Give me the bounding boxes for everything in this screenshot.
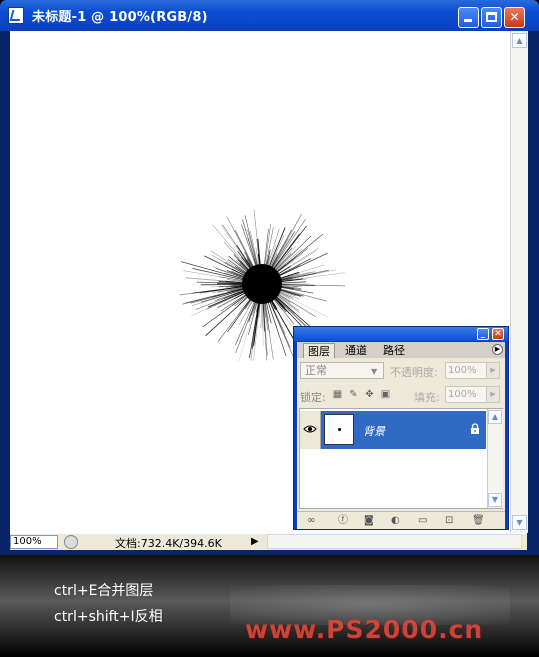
document-size-info: 文档:732.4K/394.6K	[115, 537, 222, 550]
zoom-field[interactable]: 100%	[10, 535, 58, 549]
fill-field[interactable]: 100%	[445, 386, 487, 403]
panel-minimize-button[interactable]: _	[477, 328, 489, 340]
photoshop-document-icon	[8, 7, 24, 24]
fill-slider-arrow[interactable]: ▶	[486, 386, 500, 403]
horizontal-scrollbar[interactable]	[267, 534, 522, 549]
tab-paths[interactable]: 路径	[379, 343, 409, 358]
add-mask-icon[interactable]: ◙	[364, 515, 374, 526]
new-group-icon[interactable]: ▭	[418, 515, 427, 526]
layer-row-background[interactable]: 背景	[300, 411, 486, 449]
lock-transparent-icon[interactable]: ▦	[332, 389, 343, 400]
panel-close-button[interactable]: ✕	[492, 328, 504, 340]
adjustment-layer-icon[interactable]: ◐	[391, 515, 400, 526]
tab-layers[interactable]: 图层	[303, 343, 335, 358]
lock-all-icon[interactable]: ▣	[380, 389, 391, 400]
opacity-label: 不透明度:	[390, 366, 438, 379]
scroll-down-arrow[interactable]: ▼	[512, 515, 527, 530]
scroll-up-arrow[interactable]: ▲	[512, 33, 527, 48]
close-button[interactable]: ✕	[504, 7, 525, 28]
maximize-button[interactable]	[481, 7, 502, 28]
close-icon: ✕	[509, 10, 520, 24]
panel-menu-icon[interactable]: ▶	[492, 344, 503, 355]
opacity-field[interactable]: 100%	[445, 362, 487, 379]
layer-style-icon[interactable]: ⓕ	[338, 515, 348, 526]
document-window: 未标题-1 @ 100%(RGB/8) ✕ ▲ ▼ 100% 文档:732.4K…	[0, 0, 539, 555]
status-bar: 100% 文档:732.4K/394.6K ▶	[10, 533, 527, 550]
status-menu-arrow-icon[interactable]: ▶	[251, 536, 259, 547]
new-layer-icon[interactable]: ⊡	[445, 515, 453, 526]
layers-scroll-down-arrow[interactable]: ▼	[488, 493, 502, 507]
panel-title-bar[interactable]: _ ✕	[294, 327, 508, 341]
blend-mode-select[interactable]: 正常 ▼	[300, 362, 384, 379]
blend-mode-value: 正常	[305, 364, 327, 377]
chevron-down-icon: ▼	[371, 367, 378, 376]
layers-panel: _ ✕ 图层 通道 路径 ▶ 正常 ▼ 不透明度: 100% ▶ 锁定: ▦ ✎	[293, 326, 509, 530]
panel-tabs: 图层 通道 路径 ▶	[297, 342, 505, 358]
lock-brush-icon[interactable]: ✎	[348, 389, 359, 400]
layer-name: 背景	[363, 425, 385, 438]
visibility-toggle[interactable]	[300, 411, 321, 449]
maximize-icon	[486, 12, 497, 22]
lock-icon	[471, 423, 479, 434]
caption-line-merge: ctrl+E合并图层	[54, 583, 154, 599]
layers-scrollbar[interactable]: ▲ ▼	[487, 409, 503, 508]
layers-list: 背景 ▲ ▼	[299, 408, 503, 509]
lock-move-icon[interactable]: ✥	[364, 389, 375, 400]
minimize-icon	[464, 19, 472, 22]
caption-line-invert: ctrl+shift+I反相	[54, 609, 163, 625]
thumbnail-dot	[338, 428, 341, 431]
fill-label: 填充:	[414, 391, 440, 404]
opacity-slider-arrow[interactable]: ▶	[486, 362, 500, 379]
watermark: www.PS2000.cn	[245, 615, 484, 644]
window-title: 未标题-1 @ 100%(RGB/8)	[32, 10, 208, 25]
status-info-icon[interactable]	[64, 535, 78, 549]
tab-channels[interactable]: 通道	[341, 343, 371, 358]
tutorial-caption: ctrl+E合并图层 ctrl+shift+I反相 www.PS2000.cn	[0, 555, 539, 657]
lock-label: 锁定:	[300, 391, 326, 404]
minimize-button[interactable]	[458, 7, 479, 28]
vertical-scrollbar[interactable]: ▲ ▼	[510, 31, 528, 533]
panel-footer: ∞ ⓕ ◙ ◐ ▭ ⊡ 🗑	[297, 511, 505, 529]
trash-icon[interactable]: 🗑	[472, 515, 485, 526]
layer-thumbnail	[324, 414, 354, 445]
layers-scroll-up-arrow[interactable]: ▲	[488, 410, 502, 424]
link-layers-icon[interactable]: ∞	[307, 515, 315, 526]
eye-icon	[303, 425, 317, 433]
title-bar[interactable]: 未标题-1 @ 100%(RGB/8) ✕	[0, 0, 539, 31]
panel-body: 图层 通道 路径 ▶ 正常 ▼ 不透明度: 100% ▶ 锁定: ▦ ✎ ✥ ▣…	[297, 342, 505, 529]
blend-row: 正常 ▼ 不透明度: 100% ▶	[297, 360, 505, 382]
